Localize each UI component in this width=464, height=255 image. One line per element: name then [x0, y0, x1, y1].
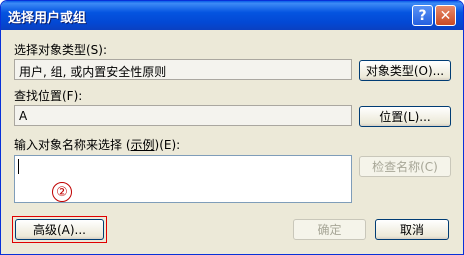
location-value: A: [19, 109, 28, 123]
object-names-label-text: 输入对象名称来选择 (: [14, 138, 131, 152]
advanced-button[interactable]: 高级(A)...: [15, 219, 104, 240]
help-icon[interactable]: ?: [412, 5, 433, 26]
object-types-button[interactable]: 对象类型(O)...: [359, 60, 451, 81]
object-type-field: 用户, 组, 或内置安全性原则: [14, 59, 352, 80]
annotation-marker: ②: [52, 182, 72, 202]
title-bar[interactable]: 选择用户或组 ? ✕: [1, 1, 463, 30]
window-title: 选择用户或组: [8, 11, 87, 26]
cancel-button[interactable]: 取消: [375, 219, 449, 240]
location-field: A: [14, 105, 352, 126]
examples-link[interactable]: 示例: [131, 138, 155, 152]
check-names-button[interactable]: 检查名称(C): [359, 156, 451, 177]
object-type-value: 用户, 组, 或内置安全性原则: [19, 65, 167, 79]
locations-button[interactable]: 位置(L)...: [359, 106, 451, 127]
close-icon[interactable]: ✕: [435, 5, 456, 26]
object-names-label: 输入对象名称来选择 (示例)(E):: [14, 136, 180, 153]
location-label: 查找位置(F):: [14, 89, 83, 103]
ok-button[interactable]: 确定: [293, 219, 366, 240]
select-users-groups-dialog: 选择用户或组 ? ✕ 选择对象类型(S): 用户, 组, 或内置安全性原则 对象…: [0, 0, 464, 255]
object-names-label-suffix: )(E):: [154, 138, 181, 152]
text-caret: [18, 159, 19, 174]
object-type-label: 选择对象类型(S):: [14, 43, 108, 57]
